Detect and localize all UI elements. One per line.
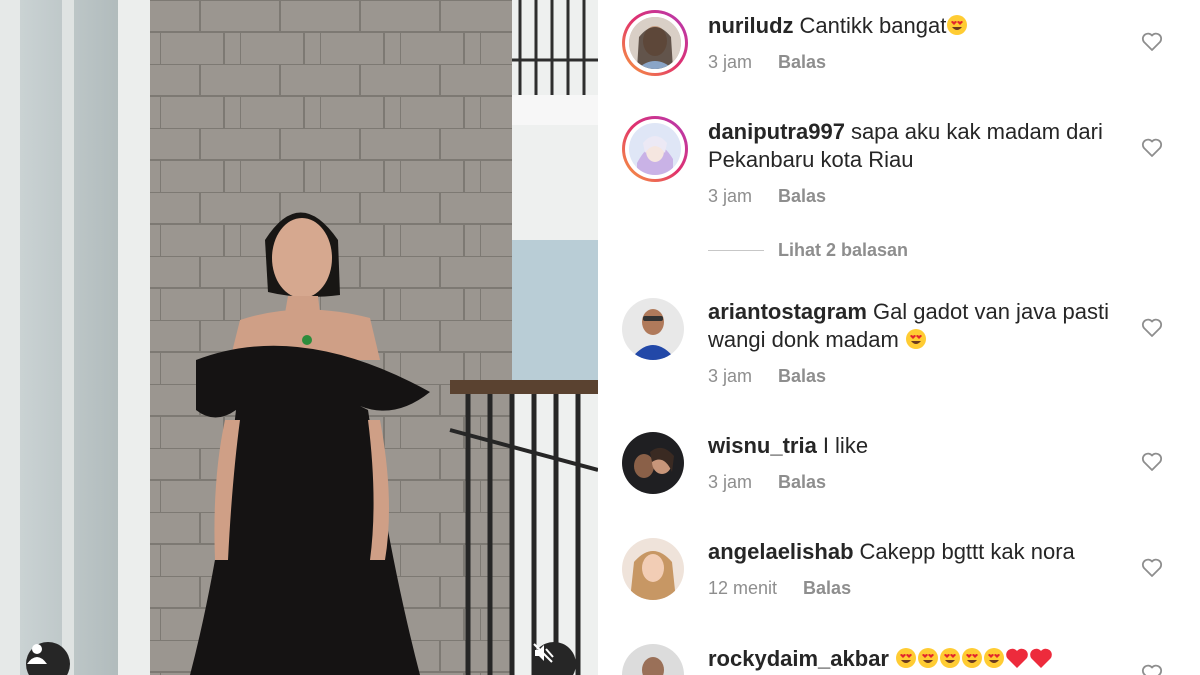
comment-text: nuriludz Cantikk bangat xyxy=(708,12,1128,40)
heart-eyes-emoji xyxy=(896,648,916,668)
comment-username[interactable]: wisnu_tria xyxy=(708,433,817,458)
comment-username[interactable]: daniputra997 xyxy=(708,119,845,144)
speaker-muted-icon xyxy=(533,643,554,663)
heart-eyes-emoji xyxy=(962,648,982,668)
comment-username[interactable]: rockydaim_akbar xyxy=(708,646,889,671)
like-heart-icon[interactable] xyxy=(1140,30,1164,54)
like-heart-icon[interactable] xyxy=(1140,450,1164,474)
heart-eyes-emoji xyxy=(940,648,960,668)
heart-eyes-emoji xyxy=(905,329,926,349)
heart-eyes-emoji xyxy=(947,15,968,35)
avatar[interactable] xyxy=(622,538,684,600)
avatar[interactable] xyxy=(622,432,684,494)
comment-time: 3 jam xyxy=(708,366,753,386)
comment-meta: 3 jam Balas xyxy=(708,186,826,207)
avatar-photo xyxy=(622,644,684,675)
comment-text: rockydaim_akbar xyxy=(708,645,1128,673)
like-heart-icon[interactable] xyxy=(1140,662,1164,675)
avatar[interactable] xyxy=(622,10,688,76)
red-heart-emoji xyxy=(1006,648,1028,668)
comment-username[interactable]: ariantostagram xyxy=(708,299,867,324)
avatar[interactable] xyxy=(622,644,684,675)
post-media[interactable] xyxy=(0,0,598,675)
comment-meta: 3 jam Balas xyxy=(708,472,826,493)
comment-text: angelaelishab Cakepp bgttt kak nora xyxy=(708,538,1128,566)
like-heart-icon[interactable] xyxy=(1140,136,1164,160)
comment-body: Cakepp bgttt kak nora xyxy=(859,539,1075,564)
comment-emoji-row xyxy=(895,646,1053,671)
avatar-photo xyxy=(629,123,681,175)
avatar[interactable] xyxy=(622,298,684,360)
comments-panel[interactable]: nuriludz Cantikk bangat 3 jam Balas danipu… xyxy=(598,0,1200,675)
comment-body: I like xyxy=(822,433,869,458)
comment-time: 3 jam xyxy=(708,52,753,72)
like-heart-icon[interactable] xyxy=(1140,556,1164,580)
comment-body: Cantikk bangat xyxy=(799,13,947,38)
comment-username[interactable]: angelaelishab xyxy=(708,539,854,564)
comment-text: wisnu_tria I like xyxy=(708,432,1128,460)
view-replies-label: Lihat 2 balasan xyxy=(778,240,909,260)
comment-meta: 3 jam Balas xyxy=(708,366,826,387)
comment-time: 3 jam xyxy=(708,186,753,206)
heart-eyes-emoji xyxy=(918,648,938,668)
divider xyxy=(708,250,764,251)
post-photo xyxy=(0,0,598,675)
reply-button[interactable]: Balas xyxy=(778,52,826,72)
avatar[interactable] xyxy=(622,116,688,182)
avatar-photo xyxy=(629,17,681,69)
reply-button[interactable]: Balas xyxy=(778,472,826,492)
comment-meta: 12 menit Balas xyxy=(708,578,851,599)
like-heart-icon[interactable] xyxy=(1140,316,1164,340)
comment-username[interactable]: nuriludz xyxy=(708,13,794,38)
comment-time: 3 jam xyxy=(708,472,753,492)
red-heart-emoji xyxy=(1030,648,1052,668)
view-replies-button[interactable]: Lihat 2 balasan xyxy=(708,240,908,261)
reply-button[interactable]: Balas xyxy=(778,366,826,386)
comment-text: daniputra997 sapa aku kak madam dari Peka… xyxy=(708,118,1128,174)
comment-time: 12 menit xyxy=(708,578,778,598)
avatar-photo xyxy=(622,432,684,494)
comment-meta: 3 jam Balas xyxy=(708,52,826,73)
user-icon xyxy=(27,644,47,664)
heart-eyes-emoji xyxy=(984,648,1004,668)
avatar-photo xyxy=(622,298,684,360)
comment-text: ariantostagram Gal gadot van java pasti w… xyxy=(708,298,1128,354)
reply-button[interactable]: Balas xyxy=(803,578,851,598)
reply-button[interactable]: Balas xyxy=(778,186,826,206)
avatar-photo xyxy=(622,538,684,600)
